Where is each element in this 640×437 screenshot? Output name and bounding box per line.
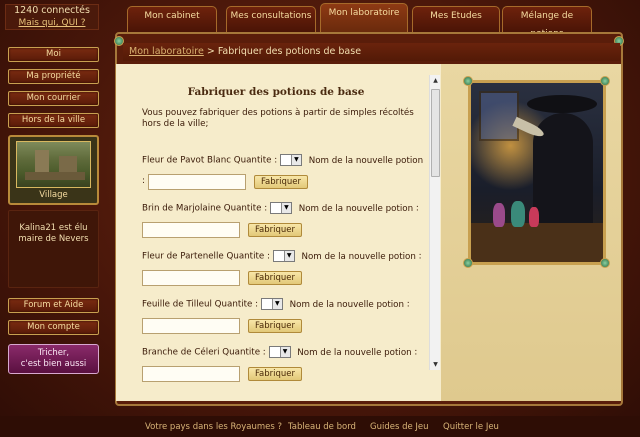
ingredient-row: Branche de Céleri Quantite : ▼ Nom de la…: [142, 346, 441, 386]
sidebar-item-hors-de-la-ville[interactable]: Hors de la ville: [8, 113, 99, 128]
potion-name-input[interactable]: [142, 222, 240, 238]
quantity-label: Quantite :: [222, 347, 266, 358]
potion-name-input[interactable]: [142, 270, 240, 286]
fabriquer-button[interactable]: Fabriquer: [248, 271, 302, 285]
cheat-line2: c'est bien aussi: [20, 359, 87, 369]
news-box: Kalina21 est élu maire de Nevers: [8, 210, 99, 288]
painting-table: [471, 223, 603, 262]
footer-link-tableau[interactable]: Tableau de bord: [288, 422, 356, 432]
new-name-label: Nom de la nouvelle potion: [308, 155, 424, 166]
ingredient-row: Feuille de Tilleul Quantite : ▼ Nom de l…: [142, 298, 441, 338]
quantity-select[interactable]: ▼: [260, 298, 283, 310]
new-name-label: Nom de la nouvelle potion: [301, 251, 416, 262]
scroll-down-icon[interactable]: ▼: [430, 359, 441, 370]
whoami-link[interactable]: Mais qui, QUI ?: [6, 17, 98, 29]
ingredient-name: Fleur de Partenelle: [142, 251, 224, 262]
sidebar-item-mon-compte[interactable]: Mon compte: [8, 320, 99, 335]
colon-label: :: [406, 299, 410, 310]
breadcrumb: Mon laboratoire > Fabriquer des potions …: [123, 43, 620, 61]
tab-mes-consultations[interactable]: Mes consultations: [226, 6, 316, 32]
painting-window: [479, 91, 519, 141]
new-name-label: Nom de la nouvelle potion: [298, 203, 414, 214]
fabriquer-button[interactable]: Fabriquer: [248, 223, 302, 237]
footer-link-quitter[interactable]: Quitter le Jeu: [443, 422, 499, 432]
chevron-down-icon[interactable]: ▼: [283, 251, 294, 261]
tab-mon-cabinet[interactable]: Mon cabinet: [127, 6, 217, 32]
quantity-select[interactable]: ▼: [269, 202, 292, 214]
connected-count: 1240 connectés: [14, 5, 90, 16]
tab-melange-de-potions[interactable]: Mélange de potions: [502, 6, 592, 39]
sidebar-item-moi[interactable]: Moi: [8, 47, 99, 62]
village-image[interactable]: [16, 141, 91, 188]
breadcrumb-link-laboratoire[interactable]: Mon laboratoire: [129, 46, 204, 57]
chevron-down-icon[interactable]: ▼: [290, 155, 301, 165]
potion-name-input[interactable]: [142, 318, 240, 334]
connected-counter: 1240 connectés Mais qui, QUI ?: [5, 4, 99, 30]
quantity-label: Quantite :: [214, 299, 259, 310]
painting-hat: [527, 95, 597, 113]
village-card[interactable]: Village: [8, 135, 99, 205]
corner-gem-icon: [463, 76, 473, 86]
chevron-down-icon[interactable]: ▼: [271, 299, 282, 309]
cheat-button[interactable]: Tricher, c'est bien aussi: [8, 344, 99, 374]
intro-text: Vous pouvez fabriquer des potions à part…: [142, 108, 414, 129]
tab-mon-laboratoire[interactable]: Mon laboratoire: [320, 3, 408, 32]
ingredient-name: Fleur de Pavot Blanc: [142, 155, 231, 166]
flask-icon: [493, 203, 505, 227]
quantity-select[interactable]: ▼: [268, 346, 291, 358]
scroll-up-icon[interactable]: ▲: [430, 75, 441, 86]
colon-label: :: [415, 203, 419, 214]
app-frame: 1240 connectés Mais qui, QUI ? Mon cabin…: [0, 0, 640, 437]
content-scrollbar[interactable]: ▲ ▼: [429, 75, 440, 370]
sidebar-item-ma-propriete[interactable]: Ma propriété: [8, 69, 99, 84]
breadcrumb-current: Fabriquer des potions de base: [217, 46, 362, 57]
ingredient-name: Feuille de Tilleul: [142, 299, 212, 310]
colon-label: :: [418, 251, 422, 262]
sidebar-item-forum-et-aide[interactable]: Forum et Aide: [8, 298, 99, 313]
footer-link-pays[interactable]: Votre pays dans les Royaumes ?: [145, 422, 282, 432]
fabriquer-button[interactable]: Fabriquer: [248, 319, 302, 333]
scroll-thumb[interactable]: [431, 89, 440, 177]
colon-label: :: [142, 176, 145, 186]
sidebar-item-mon-courrier[interactable]: Mon courrier: [8, 91, 99, 106]
corner-gem-icon: [463, 258, 473, 268]
content-area: Fabriquer des potions de base Vous pouve…: [116, 64, 441, 401]
sidebar: Moi Ma propriété Mon courrier Hors de la…: [6, 42, 100, 382]
new-name-label: Nom de la nouvelle potion: [297, 347, 412, 358]
cheat-line1: Tricher,: [37, 348, 70, 358]
fabriquer-button[interactable]: Fabriquer: [248, 367, 302, 381]
breadcrumb-separator: >: [206, 46, 215, 57]
chevron-down-icon[interactable]: ▼: [279, 347, 290, 357]
quantity-select[interactable]: ▼: [272, 250, 295, 262]
quantity-label: Quantite :: [233, 155, 278, 166]
tab-mes-etudes[interactable]: Mes Etudes: [412, 6, 500, 32]
chevron-down-icon[interactable]: ▼: [280, 203, 291, 213]
ingredient-name: Brin de Marjolaine: [142, 203, 221, 214]
footer: Votre pays dans les Royaumes ? Tableau d…: [0, 416, 640, 437]
quantity-label: Quantite :: [223, 203, 268, 214]
fabriquer-button[interactable]: Fabriquer: [254, 175, 308, 189]
ingredient-row: Brin de Marjolaine Quantite : ▼ Nom de l…: [142, 202, 441, 242]
colon-label: :: [414, 347, 418, 358]
plague-doctor-painting: [468, 80, 606, 265]
corner-gem-icon: [600, 76, 610, 86]
quantity-label: Quantite :: [226, 251, 270, 262]
new-name-label: Nom de la nouvelle potion: [289, 299, 405, 310]
corner-gem-icon: [600, 258, 610, 268]
village-label[interactable]: Village: [10, 190, 97, 200]
flask-icon: [511, 201, 525, 227]
quantity-select[interactable]: ▼: [279, 154, 302, 166]
ingredient-name: Branche de Céleri: [142, 347, 220, 358]
footer-link-guides[interactable]: Guides de Jeu: [370, 422, 429, 432]
potion-name-input[interactable]: [148, 174, 246, 190]
village-wall: [25, 172, 85, 180]
ingredient-row: Fleur de Partenelle Quantite : ▼ Nom de …: [142, 250, 441, 290]
ingredient-row: Fleur de Pavot Blanc Quantite : ▼ Nom de…: [142, 154, 441, 194]
potion-name-input[interactable]: [142, 366, 240, 382]
flask-icon: [529, 207, 539, 227]
page-title: Fabriquer des potions de base: [187, 86, 365, 98]
